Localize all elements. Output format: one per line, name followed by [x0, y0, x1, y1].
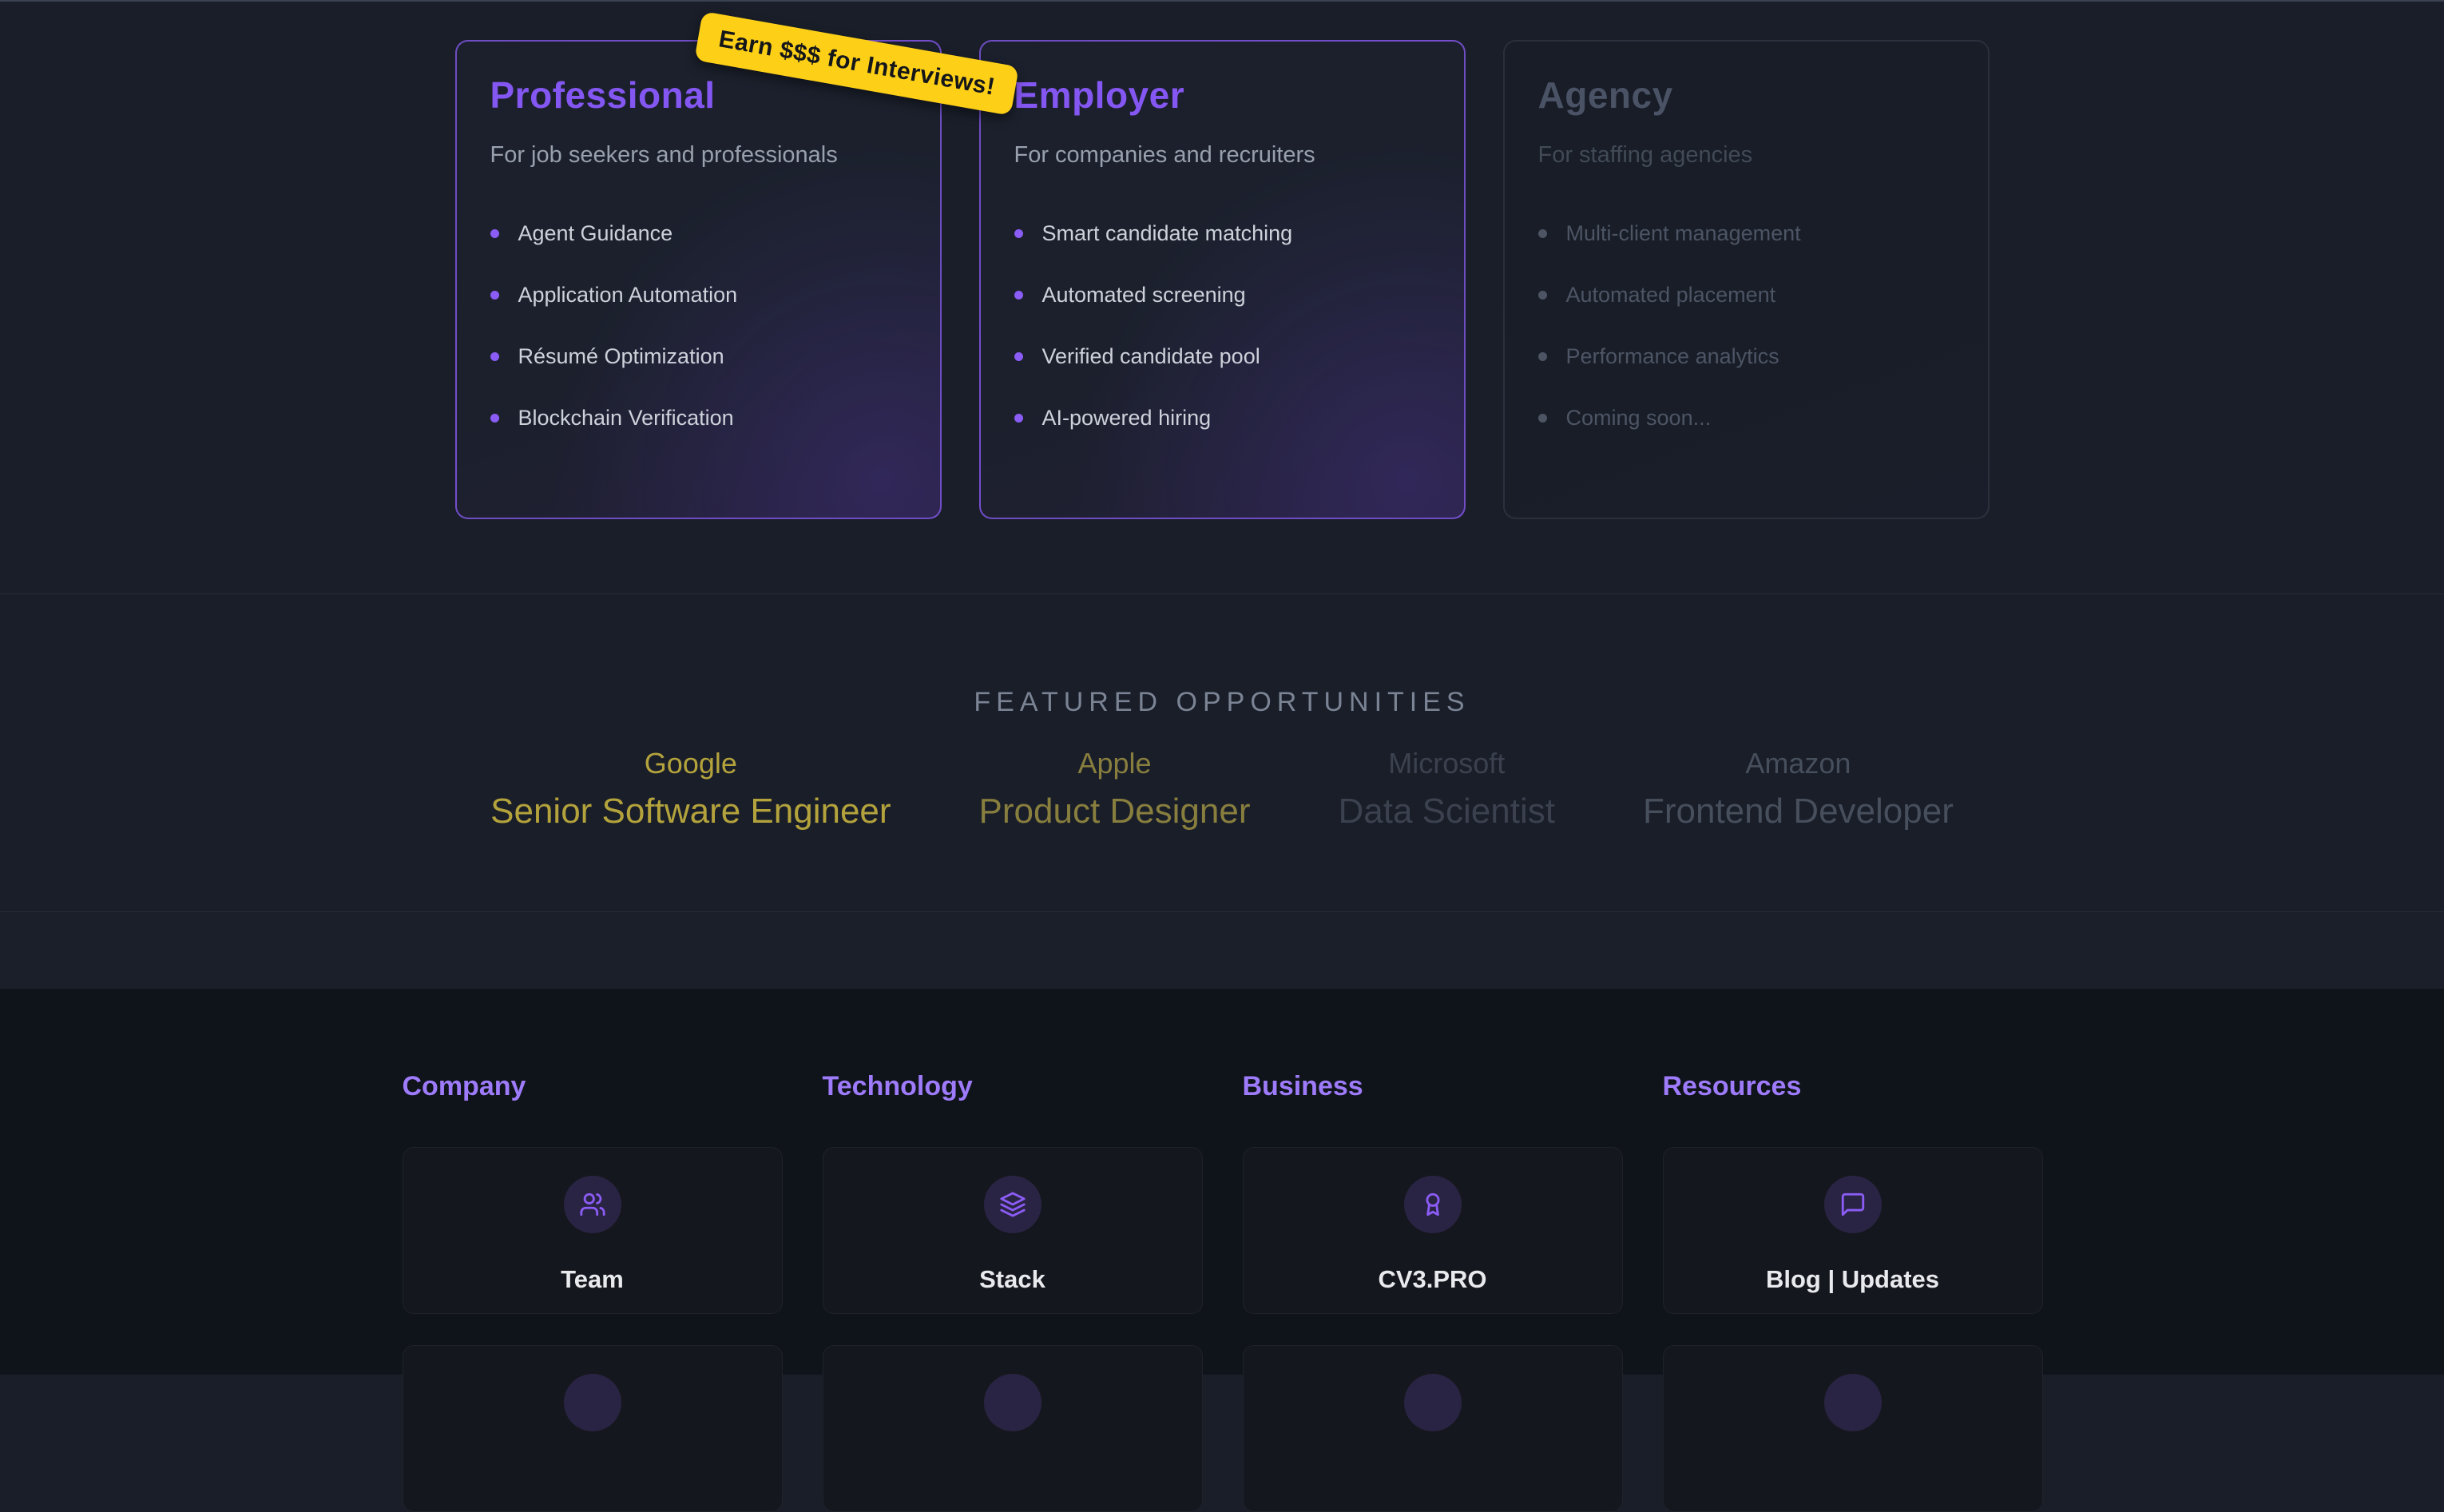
job-role: Frontend Developer [1643, 792, 1954, 831]
footer-link-partial[interactable] [403, 1345, 783, 1512]
tier-description: For companies and recruiters [1014, 142, 1430, 169]
feature-label: Automated placement [1566, 283, 1776, 308]
feature-item: Agent Guidance [490, 221, 907, 246]
feature-item: Automated screening [1014, 283, 1430, 308]
job-role: Product Designer [979, 792, 1251, 831]
job-company: Amazon [1643, 747, 1954, 780]
feature-label: Coming soon... [1566, 406, 1712, 431]
footer-link-team[interactable]: Team [403, 1147, 783, 1314]
featured-job-microsoft[interactable]: Microsoft Data Scientist [1339, 747, 1555, 831]
footer-link-icon [564, 1374, 621, 1431]
bullet-dot-icon [1014, 414, 1023, 423]
featured-job-amazon[interactable]: Amazon Frontend Developer [1643, 747, 1954, 831]
tier-title: Agency [1538, 73, 1954, 117]
spacer-strip [0, 912, 2444, 989]
tier-card-employer[interactable]: Employer For companies and recruiters Sm… [979, 40, 1466, 519]
feature-label: Verified candidate pool [1042, 344, 1260, 369]
job-company: Apple [979, 747, 1251, 780]
bullet-dot-icon [1014, 352, 1023, 361]
bullet-dot-icon [490, 414, 499, 423]
footer-grid: Company Team Technology Stack [403, 989, 2042, 1512]
footer-link-label: Team [561, 1265, 624, 1294]
bullet-dot-icon [1014, 229, 1023, 238]
feature-label: Smart candidate matching [1042, 221, 1293, 246]
job-company: Microsoft [1339, 747, 1555, 780]
footer-column-heading: Company [403, 1071, 783, 1102]
footer-link-partial[interactable] [823, 1345, 1203, 1512]
footer-link-icon [1824, 1374, 1882, 1431]
chat-bubble-icon [1824, 1176, 1882, 1233]
footer-link-icon [1404, 1374, 1462, 1431]
tier-feature-list: Smart candidate matching Automated scree… [1014, 221, 1430, 431]
bullet-dot-icon [1538, 414, 1547, 423]
footer-link-partial[interactable] [1243, 1345, 1623, 1512]
footer-link-label: Stack [979, 1265, 1045, 1294]
feature-label: Automated screening [1042, 283, 1246, 308]
tier-description: For job seekers and professionals [490, 142, 907, 169]
tier-card-professional[interactable]: Professional For job seekers and profess… [455, 40, 942, 519]
footer-column-resources: Resources Blog | Updates [1663, 1071, 2043, 1512]
bullet-dot-icon [1538, 229, 1547, 238]
feature-item: Performance analytics [1538, 344, 1954, 369]
footer-link-icon [984, 1374, 1041, 1431]
site-footer: Company Team Technology Stack [0, 989, 2444, 1375]
feature-label: Multi-client management [1566, 221, 1801, 246]
tier-title: Employer [1014, 73, 1430, 117]
bullet-dot-icon [1014, 291, 1023, 300]
footer-link-blog-updates[interactable]: Blog | Updates [1663, 1147, 2043, 1314]
bullet-dot-icon [1538, 352, 1547, 361]
feature-item: Coming soon... [1538, 406, 1954, 431]
layers-icon [984, 1176, 1041, 1233]
featured-opportunities-section: FEATURED OPPORTUNITIES Google Senior Sof… [0, 594, 2444, 912]
footer-link-label: CV3.PRO [1378, 1265, 1486, 1294]
footer-column-business: Business CV3.PRO [1243, 1071, 1623, 1512]
feature-item: Smart candidate matching [1014, 221, 1430, 246]
footer-column-technology: Technology Stack [823, 1071, 1203, 1512]
footer-column-heading: Technology [823, 1071, 1203, 1102]
feature-item: Multi-client management [1538, 221, 1954, 246]
feature-label: Blockchain Verification [518, 406, 734, 431]
feature-item: Résumé Optimization [490, 344, 907, 369]
footer-link-cv3pro[interactable]: CV3.PRO [1243, 1147, 1623, 1314]
job-role: Senior Software Engineer [490, 792, 891, 831]
footer-link-partial[interactable] [1663, 1345, 2043, 1512]
footer-link-stack[interactable]: Stack [823, 1147, 1203, 1314]
bullet-dot-icon [490, 291, 499, 300]
feature-item: AI-powered hiring [1014, 406, 1430, 431]
feature-label: Performance analytics [1566, 344, 1779, 369]
bullet-dot-icon [490, 352, 499, 361]
feature-item: Blockchain Verification [490, 406, 907, 431]
users-icon [564, 1176, 621, 1233]
tier-cards-section: Professional For job seekers and profess… [0, 2, 2444, 594]
footer-column-heading: Resources [1663, 1071, 2043, 1102]
bullet-dot-icon [1538, 291, 1547, 300]
footer-link-label: Blog | Updates [1766, 1265, 1939, 1294]
feature-label: AI-powered hiring [1042, 406, 1212, 431]
footer-column-company: Company Team [403, 1071, 783, 1512]
featured-job-apple[interactable]: Apple Product Designer [979, 747, 1251, 831]
featured-job-google[interactable]: Google Senior Software Engineer [490, 747, 891, 831]
tier-feature-list: Multi-client management Automated placem… [1538, 221, 1954, 431]
bullet-dot-icon [490, 229, 499, 238]
feature-label: Application Automation [518, 283, 738, 308]
job-role: Data Scientist [1339, 792, 1555, 831]
tier-card-agency: Agency For staffing agencies Multi-clien… [1503, 40, 1990, 519]
feature-label: Agent Guidance [518, 221, 673, 246]
tier-cards-row: Professional For job seekers and profess… [0, 2, 2444, 519]
feature-item: Application Automation [490, 283, 907, 308]
tier-feature-list: Agent Guidance Application Automation Ré… [490, 221, 907, 431]
footer-column-heading: Business [1243, 1071, 1623, 1102]
featured-jobs-carousel: Google Senior Software Engineer Apple Pr… [0, 747, 2444, 831]
feature-item: Automated placement [1538, 283, 1954, 308]
award-icon [1404, 1176, 1462, 1233]
feature-item: Verified candidate pool [1014, 344, 1430, 369]
tier-description: For staffing agencies [1538, 142, 1954, 169]
job-company: Google [490, 747, 891, 780]
feature-label: Résumé Optimization [518, 344, 724, 369]
featured-heading: FEATURED OPPORTUNITIES [0, 594, 2444, 718]
